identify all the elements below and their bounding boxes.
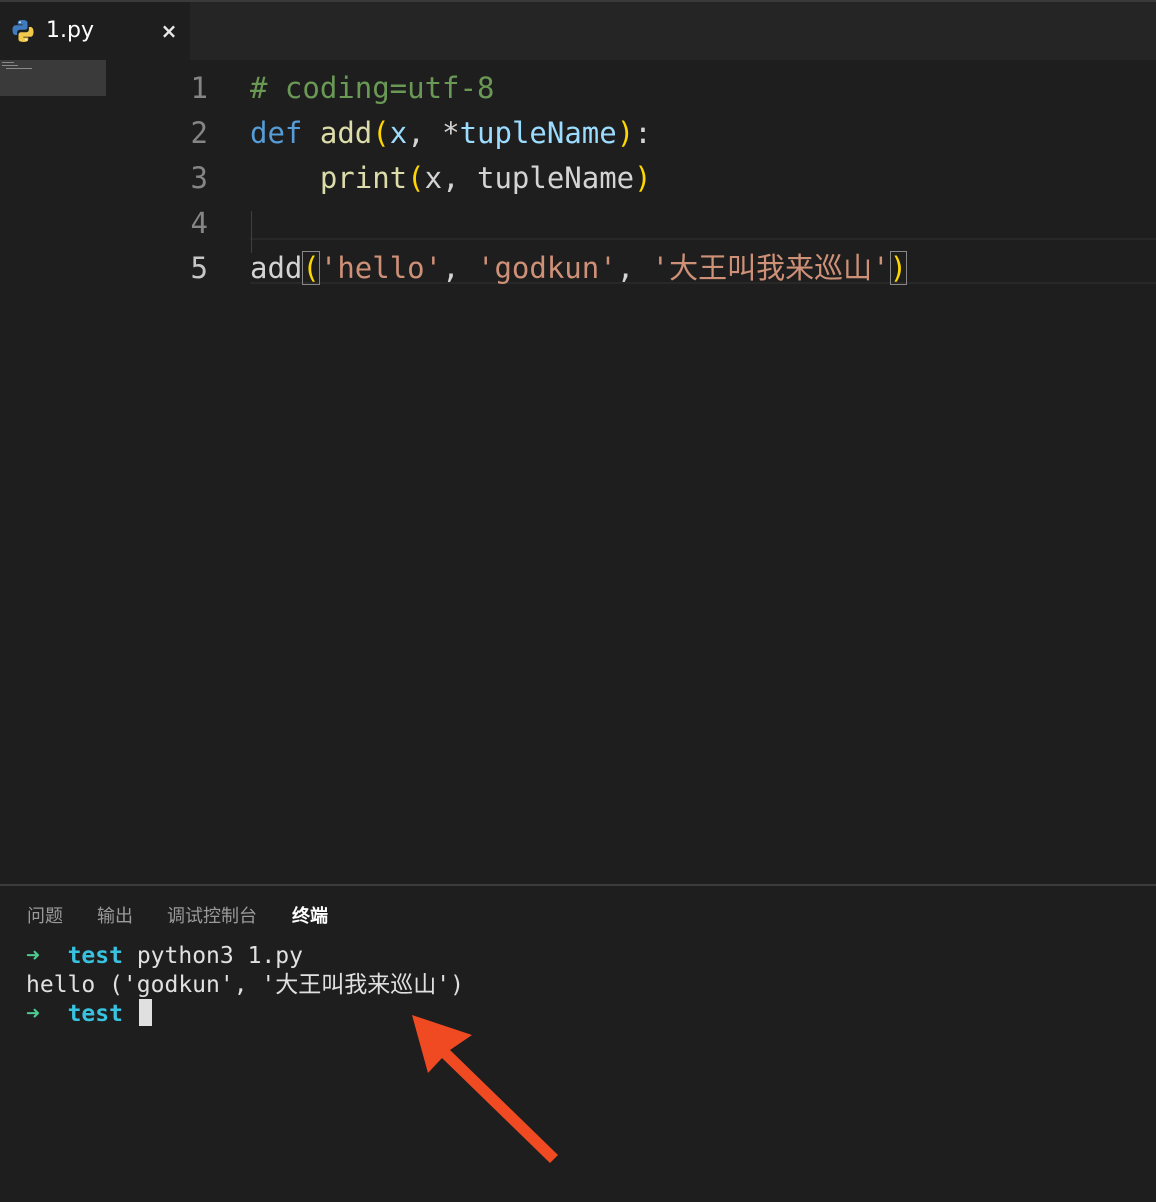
code-token: * — [442, 116, 460, 150]
code-token: add — [250, 251, 303, 285]
tab-output[interactable]: 输出 — [97, 902, 133, 928]
code-token: add — [319, 116, 373, 150]
terminal-line-3[interactable]: ➜ test — [26, 999, 152, 1029]
code-token: # coding=utf-8 — [250, 71, 495, 105]
code-token: , — [407, 116, 443, 150]
code-token: ( — [407, 161, 425, 195]
tab-problems[interactable]: 问题 — [27, 902, 63, 928]
code-token: ( — [372, 116, 390, 150]
code-token: 'godkun' — [477, 251, 617, 285]
code-token: '大王叫我来巡山' — [651, 251, 890, 285]
tab-bar: 1.py × — [0, 0, 1156, 60]
tab-1py[interactable]: 1.py × — [0, 2, 190, 60]
prompt-dir: test — [67, 1001, 123, 1027]
bottom-panel: 问题 输出 调试控制台 终端 — [0, 884, 1156, 1202]
terminal-command: python3 1.py — [136, 943, 303, 969]
code-line[interactable]: print(x, tupleName) — [250, 156, 652, 201]
tab-terminal[interactable]: 终端 — [292, 902, 328, 928]
code-token: ) — [889, 251, 907, 285]
code-token: print — [319, 161, 408, 195]
terminal-cursor — [138, 999, 152, 1026]
code-token: ) — [616, 116, 635, 150]
line-number: 1 — [190, 71, 208, 105]
code-token: , — [442, 251, 477, 285]
line-number: 2 — [190, 116, 208, 150]
close-icon[interactable]: × — [158, 18, 180, 44]
code-editor[interactable]: 1 # coding=utf-8 2 def add(x, *tupleName): 3… — [0, 60, 1156, 884]
prompt-dir: test — [67, 943, 123, 969]
code-token: x — [389, 116, 408, 150]
tab-debug-console[interactable]: 调试控制台 — [167, 902, 257, 928]
line-number: 4 — [190, 206, 208, 240]
line-number: 3 — [190, 161, 208, 195]
code-token: 'hello' — [319, 251, 443, 285]
code-line[interactable]: add('hello', 'godkun', '大王叫我来巡山') — [250, 246, 907, 291]
terminal-output-line: hello ('godkun', '大王叫我来巡山') — [26, 972, 464, 998]
line-number: 5 — [190, 251, 208, 285]
code-token: x, tupleName — [424, 161, 635, 195]
prompt-arrow-icon: ➜ — [26, 943, 40, 969]
code-line[interactable]: # coding=utf-8 — [250, 66, 494, 111]
terminal-line-1: ➜ test python3 1.py — [26, 941, 303, 971]
code-token: tupleName — [459, 116, 617, 150]
code-line[interactable]: def add(x, *tupleName): — [250, 111, 652, 156]
code-token: ) — [634, 161, 652, 195]
annotation-arrow-icon — [412, 1015, 558, 1163]
code-token: ( — [302, 251, 320, 285]
code-token: def — [250, 116, 303, 150]
code-token: : — [634, 116, 652, 150]
tab-filename: 1.py — [46, 18, 94, 43]
code-token: , — [616, 251, 652, 285]
prompt-arrow-icon: ➜ — [26, 1001, 40, 1027]
python-icon — [12, 20, 34, 42]
